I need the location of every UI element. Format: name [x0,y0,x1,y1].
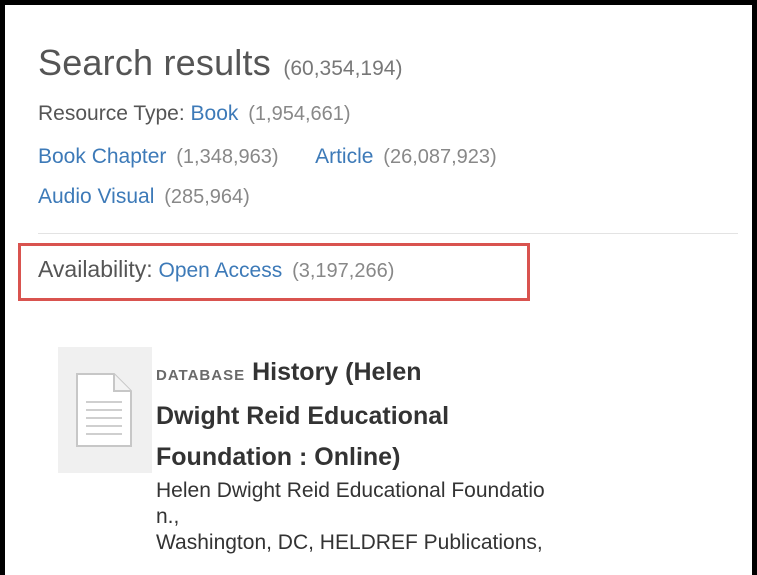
facet-count-book: (1,954,661) [248,103,351,125]
result-type-badge: DATABASE [156,367,246,384]
facet-count-open-access: (3,197,266) [292,260,395,282]
facet-link-audio-visual[interactable]: Audio Visual [38,185,154,208]
result-meta-line-2: n., [156,505,180,528]
results-count: (60,354,194) [283,57,403,80]
result-meta-line-3: Washington, DC, HELDREF Publications, [156,531,543,554]
result-title-line-1[interactable]: History (Helen [252,358,421,386]
facet-link-open-access[interactable]: Open Access [158,259,282,282]
resource-type-label: Resource Type: [38,102,185,125]
result-meta: Helen Dwight Reid Educational Foundatio … [156,478,716,556]
result-meta-line-1: Helen Dwight Reid Educational Foundatio [156,479,545,502]
result-item: DATABASE History (Helen Dwight Reid Educ… [156,352,716,556]
result-title[interactable]: DATABASE History (Helen Dwight Reid Educ… [156,352,716,478]
result-thumbnail[interactable] [58,347,152,473]
resource-type-facet-row2: Book Chapter (1,348,963) Article (26,087… [38,145,497,169]
result-title-line-3[interactable]: Foundation : Online) [156,437,716,478]
facet-count-article: (26,087,923) [383,146,497,168]
facet-link-book[interactable]: Book [191,102,239,125]
divider [38,233,738,234]
facet-link-article[interactable]: Article [315,145,373,168]
results-header: Search results (60,354,194) [38,42,402,84]
facet-count-audio-visual: (285,964) [164,186,250,208]
facet-count-book-chapter: (1,348,963) [176,146,279,168]
resource-type-facet: Resource Type: Book (1,954,661) [38,102,351,126]
page-title: Search results [38,42,271,83]
availability-label: Availability: [38,256,153,282]
document-icon [76,373,132,447]
result-title-line-2[interactable]: Dwight Reid Educational [156,396,716,437]
facet-link-book-chapter[interactable]: Book Chapter [38,145,166,168]
availability-facet: Availability: Open Access (3,197,266) [38,256,394,283]
resource-type-facet-row3: Audio Visual (285,964) [38,185,250,209]
